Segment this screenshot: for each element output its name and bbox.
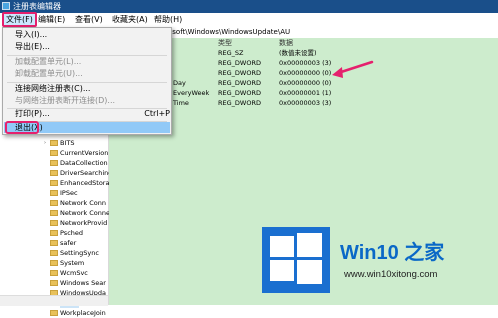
regedit-app-icon (2, 2, 10, 10)
file-dropdown-menu: 导入(I)... 导出(E)... 加载配置单元(L)... 卸载配置单元(U)… (2, 27, 172, 135)
folder-icon (50, 260, 58, 266)
tree-node[interactable]: BITS (50, 138, 74, 148)
tree-node[interactable]: safer (50, 238, 76, 248)
tree-node[interactable]: CurrentVersion (50, 148, 108, 158)
column-header-data[interactable]: 数据 (279, 38, 293, 49)
tree-node[interactable]: Windows Sear (50, 278, 106, 288)
tree-node[interactable]: EnhancedStorage (50, 178, 118, 188)
folder-icon (50, 190, 58, 196)
folder-icon (50, 210, 58, 216)
menu-bar: 文件(F) 编辑(E) 查看(V) 收藏夹(A) 帮助(H) (0, 12, 498, 28)
folder-icon (50, 310, 58, 316)
menu-item-unload-hive: 卸载配置单元(U)... (15, 69, 83, 78)
tree-node[interactable]: NetworkProvid (50, 218, 107, 228)
menu-edit[interactable]: 编辑(E) (36, 14, 67, 26)
tree-node[interactable]: DriverSearching (50, 168, 112, 178)
folder-icon (50, 270, 58, 276)
folder-icon (50, 240, 58, 246)
folder-icon (50, 220, 58, 226)
folder-icon (50, 170, 58, 176)
menu-file[interactable]: 文件(F) (2, 12, 37, 27)
tree-node[interactable]: IPSec (50, 188, 78, 198)
tree-node[interactable]: Psched (50, 228, 83, 238)
watermark-title: Win10 之家 (340, 242, 445, 264)
expand-arrow-icon[interactable]: › (44, 138, 46, 148)
window-title: 注册表编辑器 (13, 2, 61, 11)
exit-highlight-box (5, 121, 39, 134)
menu-favorites[interactable]: 收藏夹(A) (110, 14, 150, 26)
folder-icon (50, 150, 58, 156)
folder-icon (50, 140, 58, 146)
folder-icon (50, 250, 58, 256)
menu-item-load-hive: 加载配置单元(L)... (15, 57, 82, 66)
folder-icon (50, 180, 58, 186)
menu-item-print[interactable]: 打印(P)... Ctrl+P (15, 108, 170, 120)
print-shortcut: Ctrl+P (144, 109, 170, 118)
menu-view[interactable]: 查看(V) (73, 14, 105, 26)
tree-node[interactable]: Network Conne (50, 208, 110, 218)
folder-icon (50, 280, 58, 286)
tree-node[interactable]: WcmSvc (50, 268, 88, 278)
folder-icon (50, 200, 58, 206)
tree-node[interactable]: SettingSync (50, 248, 99, 258)
tree-node[interactable]: DataCollection (50, 158, 108, 168)
annotation-arrow-icon (332, 60, 374, 78)
menu-item-connect[interactable]: 连接网络注册表(C)... (15, 83, 90, 95)
menu-item-disconnect: 与网络注册表断开连接(D)... (15, 96, 116, 105)
tree-node[interactable]: System (50, 258, 84, 268)
menu-item-import[interactable]: 导入(I)... (15, 29, 47, 41)
address-path: osoft\Windows\WindowsUpdate\AU (168, 28, 291, 36)
horizontal-scrollbar[interactable] (0, 295, 108, 306)
folder-icon (50, 230, 58, 236)
menu-item-export[interactable]: 导出(E)... (15, 41, 50, 53)
windows-logo-icon (262, 227, 330, 293)
menu-help[interactable]: 帮助(H) (152, 14, 184, 26)
watermark-url: www.win10xitong.com (344, 269, 438, 280)
tree-node[interactable]: Network Conn (50, 198, 106, 208)
tree-node[interactable]: WorkplaceJoin (50, 308, 106, 318)
column-header-type[interactable]: 类型 (218, 38, 232, 49)
title-bar: 注册表编辑器 (0, 0, 498, 13)
folder-icon (50, 160, 58, 166)
